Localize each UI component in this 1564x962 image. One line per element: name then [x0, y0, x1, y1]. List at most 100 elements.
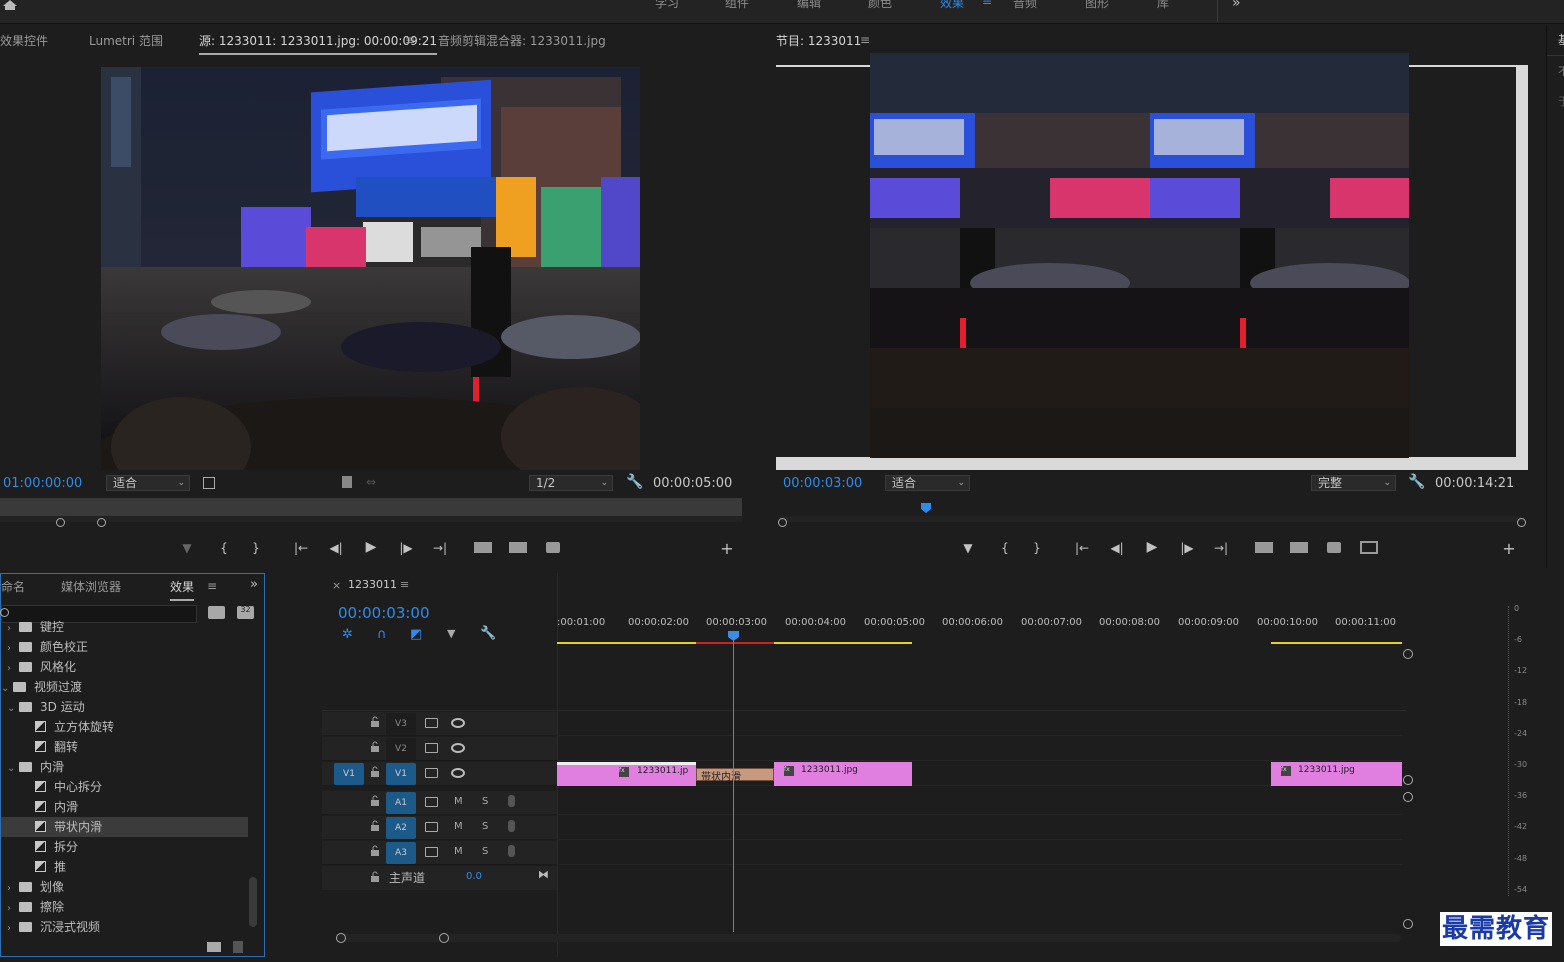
program-menu-icon[interactable]: ≡ — [860, 34, 870, 46]
workspace-tab[interactable]: 组件 — [725, 0, 749, 11]
source-patch-v1[interactable]: V1 — [334, 763, 364, 785]
timeline-timecode[interactable]: 00:00:03:00 — [338, 604, 430, 622]
eye-icon[interactable] — [451, 718, 465, 728]
go-to-in-button[interactable]: |← — [1072, 541, 1092, 555]
effects-tree-item[interactable]: › 颜色校正 — [1, 637, 248, 657]
video-clip[interactable]: fx 1233011.jpg — [1271, 762, 1402, 786]
sync-lock-icon[interactable] — [425, 743, 438, 753]
camera-icon[interactable] — [546, 542, 560, 553]
effects-tree-item[interactable]: 翻转 — [1, 737, 248, 757]
zoom-handle-right[interactable] — [97, 518, 106, 527]
track-lane[interactable] — [557, 791, 1402, 815]
camera-icon[interactable] — [1327, 542, 1341, 553]
go-to-out-button[interactable]: →| — [430, 541, 450, 555]
disclosure-arrow-icon[interactable]: ⌄ — [7, 759, 19, 779]
linked-selection-icon[interactable]: ◩ — [410, 628, 422, 641]
effects-tree-item[interactable]: 中心拆分 — [1, 777, 248, 797]
track-target-v2[interactable]: V2 — [386, 738, 416, 760]
workspace-tab[interactable]: 学习 — [655, 0, 679, 11]
track-header[interactable] — [322, 816, 557, 840]
tab-menu-icon[interactable]: ≡ — [405, 34, 415, 46]
source-resolution-select[interactable]: 1/2 ⌄ — [529, 475, 613, 491]
disclosure-arrow-icon[interactable]: › — [7, 659, 19, 679]
workspace-tab[interactable]: 编辑 — [797, 0, 821, 11]
track-header[interactable] — [322, 712, 557, 736]
insert-icon[interactable] — [474, 542, 492, 553]
film-icon[interactable] — [342, 476, 352, 488]
effects-tree-item[interactable]: › 键控 — [1, 617, 248, 637]
close-sequence-icon[interactable]: × — [332, 579, 341, 592]
program-quality-select[interactable]: 完整 ⌄ — [1311, 475, 1396, 491]
timeline-vertical-scroll-handle[interactable] — [1403, 775, 1413, 785]
tab-media-browser[interactable]: 媒体浏览器 — [61, 578, 121, 595]
step-forward-button[interactable]: |▶ — [1177, 541, 1197, 555]
master-track-header[interactable] — [322, 866, 557, 890]
go-to-end-icon[interactable]: ⧓ — [538, 868, 549, 881]
expand-panels-icon[interactable]: » — [250, 578, 258, 591]
mark-in-button[interactable]: { — [214, 541, 234, 555]
add-marker-icon[interactable]: ▼ — [447, 628, 455, 639]
h-scroll-handle-right[interactable] — [439, 933, 449, 943]
effects-tree-item[interactable]: ⌄ 视频过渡 — [1, 677, 248, 697]
sequence-menu-icon[interactable]: ≡ — [400, 578, 409, 591]
add-marker-button[interactable]: ▼ — [177, 541, 197, 555]
effects-tree-item[interactable]: ⌄ 内滑 — [1, 757, 248, 777]
mute-button[interactable]: M — [454, 846, 463, 857]
tab-project[interactable]: 命名 — [1, 578, 25, 595]
master-volume-value[interactable]: 0.0 — [466, 871, 482, 882]
h-scroll-handle-left[interactable] — [336, 933, 346, 943]
sequence-tab[interactable]: 1233011 — [348, 578, 397, 591]
disclosure-arrow-icon[interactable]: ⌄ — [7, 699, 19, 719]
workspace-tab[interactable]: 音频 — [1013, 0, 1037, 11]
track-target-v1[interactable]: V1 — [386, 763, 416, 785]
sync-lock-icon[interactable] — [425, 822, 438, 832]
workspace-menu-icon[interactable]: ≡ — [982, 0, 992, 8]
timeline-horizontal-scrollbar[interactable] — [337, 934, 1401, 942]
step-forward-button[interactable]: |▶ — [396, 541, 416, 555]
program-zoom-select[interactable]: 适合 ⌄ — [885, 475, 970, 491]
snap-icon[interactable]: ∩ — [377, 628, 387, 641]
sync-lock-icon[interactable] — [425, 797, 438, 807]
source-zoom-bar[interactable] — [0, 516, 742, 522]
track-header[interactable] — [322, 841, 557, 865]
overwrite-icon[interactable] — [509, 542, 527, 553]
solo-button[interactable]: S — [482, 821, 488, 832]
effects-tree-item[interactable]: 拆分 — [1, 837, 248, 857]
effects-tree-item[interactable]: 内滑 — [1, 797, 248, 817]
disclosure-arrow-icon[interactable]: › — [7, 919, 19, 937]
add-marker-button[interactable]: ▼ — [958, 541, 978, 555]
zoom-handle-right[interactable] — [1517, 518, 1526, 527]
effects-tree-item[interactable]: 带状内滑 — [1, 817, 248, 837]
source-scrub-bar[interactable] — [0, 498, 742, 516]
program-playhead[interactable] — [921, 503, 931, 513]
tab-effect-controls[interactable]: 效果控件 — [0, 32, 48, 49]
workspace-tab[interactable]: 库 — [1157, 0, 1169, 11]
mark-out-button[interactable]: } — [246, 541, 266, 555]
track-lane[interactable] — [557, 816, 1402, 840]
effects-tree-item[interactable]: › 擦除 — [1, 897, 248, 917]
effects-tree-item[interactable]: 推 — [1, 857, 248, 877]
disclosure-arrow-icon[interactable]: › — [7, 879, 19, 899]
eye-icon[interactable] — [451, 768, 465, 778]
work-area-bar[interactable] — [774, 642, 912, 644]
effects-tree-item[interactable]: › 划像 — [1, 877, 248, 897]
transition-clip[interactable]: 带状内滑 — [696, 768, 774, 783]
disclosure-arrow-icon[interactable]: ⌄ — [1, 679, 13, 699]
track-target-v3[interactable]: V3 — [386, 713, 416, 735]
sync-lock-icon[interactable] — [425, 718, 438, 728]
lock-icon[interactable] — [369, 766, 381, 778]
mark-in-button[interactable]: { — [995, 541, 1015, 555]
effects-tree-item[interactable]: › 风格化 — [1, 657, 248, 677]
sync-lock-icon[interactable] — [425, 847, 438, 857]
step-back-button[interactable]: ◀| — [1107, 541, 1127, 555]
lock-icon[interactable] — [369, 716, 381, 728]
program-timecode[interactable]: 00:00:03:00 — [783, 476, 862, 491]
mute-button[interactable]: M — [454, 796, 463, 807]
go-to-out-button[interactable]: →| — [1211, 541, 1231, 555]
zoom-handle-left[interactable] — [778, 518, 787, 527]
step-back-button[interactable]: ◀| — [326, 541, 346, 555]
disclosure-arrow-icon[interactable]: › — [7, 899, 19, 919]
tab-source[interactable]: 源: 1233011: 1233011.jpg: 00:00:09:21 — [199, 32, 438, 55]
lock-icon[interactable] — [369, 845, 381, 857]
video-clip[interactable]: fx 1233011.jpg — [774, 762, 912, 786]
